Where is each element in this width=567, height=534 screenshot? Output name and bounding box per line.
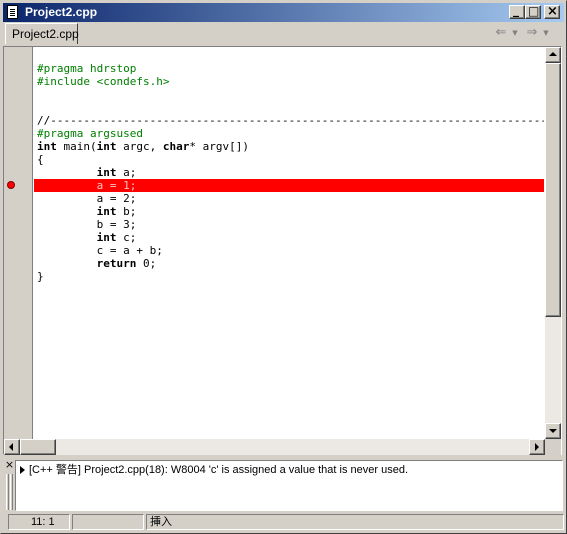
maximize-icon: □	[528, 4, 540, 18]
editor-gutter[interactable]	[4, 47, 33, 439]
expand-arrow-icon[interactable]	[20, 466, 25, 474]
code-line-15[interactable]: int c;	[37, 231, 137, 244]
modified-indicator	[72, 514, 144, 530]
code-line-13[interactable]: int b;	[37, 205, 137, 218]
dock-grip[interactable]	[6, 474, 9, 510]
code-line-10[interactable]: int a;	[37, 166, 137, 179]
arrow-left-icon[interactable]: ⇐	[492, 25, 510, 41]
document-icon	[7, 5, 18, 19]
close-icon[interactable]: ×	[4, 459, 15, 470]
code-line-7[interactable]: #pragma argsused	[37, 127, 143, 140]
tab-project2-cpp[interactable]: Project2.cpp	[5, 23, 79, 44]
back-history-dropdown[interactable]: ▼	[511, 25, 519, 41]
vertical-scroll-thumb[interactable]	[545, 63, 561, 317]
insert-mode: 挿入	[146, 514, 564, 530]
close-button[interactable]: ×	[544, 4, 560, 19]
dock-grip[interactable]	[10, 474, 13, 510]
code-line-8[interactable]: int main(int argc, char* argv[])	[37, 140, 249, 153]
scroll-corner	[545, 439, 561, 455]
status-bar: 11: 1 挿入	[3, 513, 564, 531]
breakpoint-icon[interactable]	[7, 181, 15, 189]
scroll-right-button[interactable]	[529, 439, 545, 455]
forward-history-dropdown[interactable]: ▼	[542, 25, 550, 41]
maximize-button[interactable]: □	[525, 4, 541, 19]
code-line-2[interactable]: #pragma hdrstop	[37, 62, 136, 75]
code-line-17[interactable]: return 0;	[37, 257, 157, 270]
cursor-position: 11: 1	[8, 514, 70, 530]
scroll-down-button[interactable]	[545, 423, 561, 439]
scroll-left-button[interactable]	[4, 439, 20, 455]
code-line-12[interactable]: a = 2;	[37, 192, 137, 205]
vertical-scrollbar[interactable]	[545, 47, 561, 439]
arrow-left-small-icon	[9, 443, 13, 451]
code-line-11-breakpoint[interactable]: a = 1;	[37, 179, 137, 192]
code-line-16[interactable]: c = a + b;	[37, 244, 163, 257]
code-line-3[interactable]: #include <condefs.h>	[37, 75, 169, 88]
arrow-right-icon[interactable]: ⇒	[523, 25, 541, 41]
code-editor[interactable]: #pragma hdrstop #include <condefs.h> //-…	[34, 47, 544, 439]
code-line-6[interactable]: //--------------------------------------…	[37, 114, 544, 127]
minimize-button[interactable]: _	[509, 3, 525, 19]
arrow-up-icon	[549, 52, 557, 56]
scroll-up-button[interactable]	[545, 47, 561, 63]
minimize-icon: _	[513, 3, 519, 17]
title-bar[interactable]: Project2.cpp _ □ ×	[3, 3, 564, 22]
message-text: [C++ 警告] Project2.cpp(18): W8004 'c' is …	[29, 464, 409, 476]
arrow-right-small-icon	[535, 443, 539, 451]
close-icon: ×	[547, 4, 558, 19]
horizontal-scroll-thumb[interactable]	[20, 439, 56, 455]
arrow-down-icon	[549, 429, 557, 433]
code-line-9[interactable]: {	[37, 153, 44, 166]
tab-strip: Project2.cpp ⇐ ▼ ⇒ ▼	[3, 22, 564, 46]
window-title: Project2.cpp	[25, 5, 98, 19]
message-list[interactable]: [C++ 警告] Project2.cpp(18): W8004 'c' is …	[15, 460, 563, 511]
code-line-14[interactable]: b = 3;	[37, 218, 137, 231]
horizontal-scrollbar[interactable]	[4, 439, 545, 455]
message-pane: × [C++ 警告] Project2.cpp(18): W8004 'c' i…	[3, 458, 564, 512]
code-line-18[interactable]: }	[37, 270, 44, 283]
tab-label: Project2.cpp	[12, 27, 79, 41]
